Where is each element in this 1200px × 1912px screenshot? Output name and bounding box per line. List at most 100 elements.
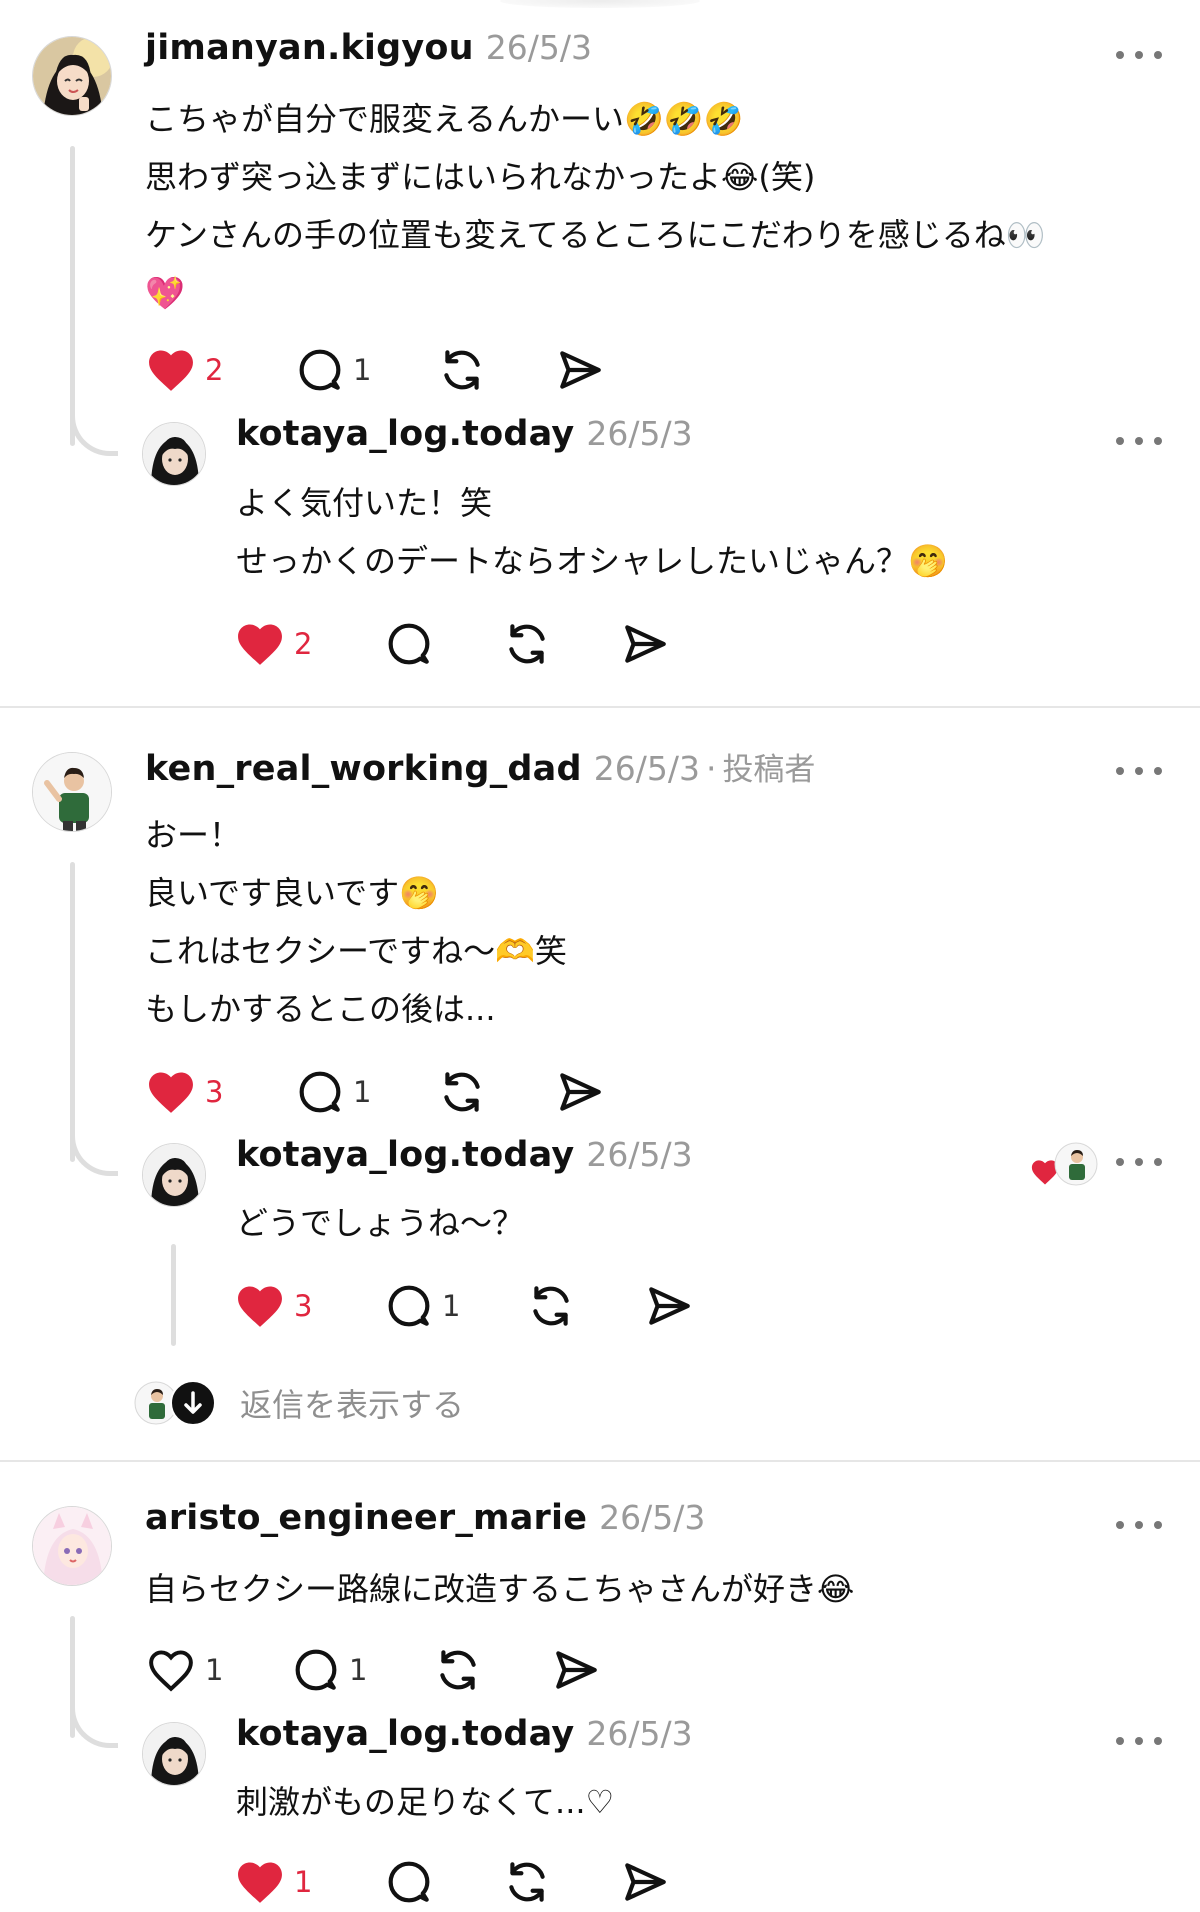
like-button[interactable]: 3 bbox=[234, 1283, 384, 1329]
more-icon[interactable] bbox=[1116, 48, 1162, 62]
like-button[interactable]: 1 bbox=[234, 1859, 384, 1905]
reply-count: 1 bbox=[353, 1075, 372, 1109]
comment-line: 💖 bbox=[145, 274, 185, 312]
share-icon bbox=[560, 1073, 601, 1111]
more-icon[interactable] bbox=[1116, 434, 1162, 448]
repost-button[interactable] bbox=[502, 619, 620, 669]
arrow-down-icon bbox=[170, 1380, 216, 1426]
comment-text: おー！ 良いです良いです🤭 これはセクシーですね〜🫶笑 もしかするとこの後は..… bbox=[145, 806, 567, 1038]
share-button[interactable] bbox=[644, 1281, 694, 1331]
like-count: 3 bbox=[294, 1289, 313, 1323]
share-button[interactable] bbox=[551, 1645, 601, 1695]
comment-line: ケンさんの手の位置も変えてるところにこだわりを感じるね👀 bbox=[145, 216, 1046, 254]
like-count: 2 bbox=[205, 353, 224, 387]
comment-icon bbox=[388, 1285, 430, 1327]
reply-button[interactable]: 1 bbox=[295, 345, 437, 395]
action-bar: 2 1 bbox=[145, 344, 605, 396]
share-icon bbox=[625, 1863, 666, 1901]
more-icon[interactable] bbox=[1116, 1155, 1162, 1169]
thread-connector bbox=[70, 146, 75, 446]
avatar[interactable] bbox=[32, 752, 112, 832]
reply-button[interactable] bbox=[384, 619, 502, 669]
reply-button[interactable]: 1 bbox=[291, 1645, 433, 1695]
repost-icon bbox=[509, 624, 545, 664]
username[interactable]: ken_real_working_dad bbox=[145, 749, 582, 789]
comment-line: これはセクシーですね〜🫶笑 bbox=[145, 932, 567, 970]
thread-divider bbox=[0, 1460, 1200, 1462]
username[interactable]: kotaya_log.today bbox=[236, 414, 574, 454]
comment-icon bbox=[388, 1861, 430, 1903]
share-button[interactable] bbox=[620, 619, 670, 669]
avatar[interactable] bbox=[32, 36, 112, 116]
comment-line: よく気付いた！笑 bbox=[236, 484, 493, 522]
reply-count: 1 bbox=[349, 1653, 368, 1687]
action-bar: 3 1 bbox=[145, 1066, 605, 1118]
like-button[interactable]: 2 bbox=[234, 621, 384, 667]
thread-connector bbox=[171, 1244, 176, 1346]
repost-button[interactable] bbox=[437, 1067, 555, 1117]
comment-line: 思わず突っ込まずにはいられなかったよ😂(笑) bbox=[145, 158, 816, 196]
comment-icon bbox=[388, 623, 430, 665]
repost-icon bbox=[440, 1650, 476, 1690]
action-bar: 1 1 bbox=[145, 1644, 601, 1696]
like-button[interactable]: 2 bbox=[145, 347, 295, 393]
reply-button[interactable]: 1 bbox=[384, 1281, 526, 1331]
repost-icon bbox=[533, 1286, 569, 1326]
comment-line: 刺激がもの足りなくて...♡ bbox=[236, 1783, 615, 1821]
show-replies-label: 返信を表示する bbox=[240, 1386, 465, 1424]
heart-icon bbox=[238, 1862, 282, 1903]
comment-text: こちゃが自分で服変えるんかーい🤣🤣🤣 思わず突っ込まずにはいられなかったよ😂(笑… bbox=[145, 90, 1046, 322]
repost-icon bbox=[444, 350, 480, 390]
share-icon bbox=[560, 351, 601, 389]
action-bar: 2 bbox=[234, 618, 670, 670]
more-icon[interactable] bbox=[1116, 1734, 1162, 1748]
more-icon[interactable] bbox=[1116, 764, 1162, 778]
like-count: 1 bbox=[205, 1653, 224, 1687]
share-button[interactable] bbox=[555, 345, 605, 395]
reply-button[interactable] bbox=[384, 1857, 502, 1907]
username[interactable]: kotaya_log.today bbox=[236, 1714, 574, 1754]
timestamp: 26/5/3 bbox=[593, 749, 700, 788]
repost-button[interactable] bbox=[502, 1857, 620, 1907]
share-button[interactable] bbox=[620, 1857, 670, 1907]
comment-line: もしかするとこの後は... bbox=[145, 990, 496, 1028]
comment-text: よく気付いた！笑 せっかくのデートならオシャレしたいじゃん？🤭 bbox=[236, 474, 948, 590]
thread-connector-curve bbox=[70, 1700, 118, 1748]
repost-button[interactable] bbox=[437, 345, 555, 395]
avatar[interactable] bbox=[142, 1143, 206, 1207]
timestamp: 26/5/3 bbox=[586, 1714, 693, 1753]
timestamp: 26/5/3 bbox=[586, 414, 693, 453]
like-button[interactable]: 1 bbox=[145, 1647, 291, 1693]
author-badge: 投稿者 bbox=[722, 752, 816, 788]
comment-icon bbox=[299, 1071, 341, 1113]
action-bar: 3 1 bbox=[234, 1280, 694, 1332]
reply-count: 1 bbox=[353, 353, 372, 387]
repost-button[interactable] bbox=[526, 1281, 644, 1331]
repost-icon bbox=[509, 1862, 545, 1902]
comment-text: 刺激がもの足りなくて...♡ bbox=[236, 1773, 614, 1831]
like-count: 2 bbox=[294, 627, 313, 661]
more-icon[interactable] bbox=[1116, 1518, 1162, 1532]
avatar[interactable] bbox=[32, 1506, 112, 1586]
heart-icon bbox=[149, 1650, 193, 1692]
timestamp: 26/5/3 bbox=[586, 1135, 693, 1174]
show-replies-button[interactable]: 返信を表示する bbox=[134, 1380, 464, 1426]
repost-icon bbox=[444, 1072, 480, 1112]
reply-avatars bbox=[134, 1380, 216, 1426]
comment-line: 良いです良いです🤭 bbox=[145, 874, 439, 912]
author-liked-indicator bbox=[1030, 1142, 1100, 1188]
reply-button[interactable]: 1 bbox=[295, 1067, 437, 1117]
avatar[interactable] bbox=[142, 422, 206, 486]
username[interactable]: kotaya_log.today bbox=[236, 1135, 574, 1175]
thread-connector-curve bbox=[70, 408, 118, 456]
like-button[interactable]: 3 bbox=[145, 1069, 295, 1115]
username[interactable]: jimanyan.kigyou bbox=[145, 28, 474, 68]
thread-connector bbox=[70, 862, 75, 1162]
share-button[interactable] bbox=[555, 1067, 605, 1117]
like-count: 1 bbox=[294, 1865, 313, 1899]
comment-line: 自らセクシー路線に改造するこちゃさんが好き😂 bbox=[145, 1570, 855, 1608]
username[interactable]: aristo_engineer_marie bbox=[145, 1498, 587, 1538]
repost-button[interactable] bbox=[433, 1645, 551, 1695]
avatar[interactable] bbox=[142, 1722, 206, 1786]
heart-icon bbox=[238, 1286, 282, 1327]
